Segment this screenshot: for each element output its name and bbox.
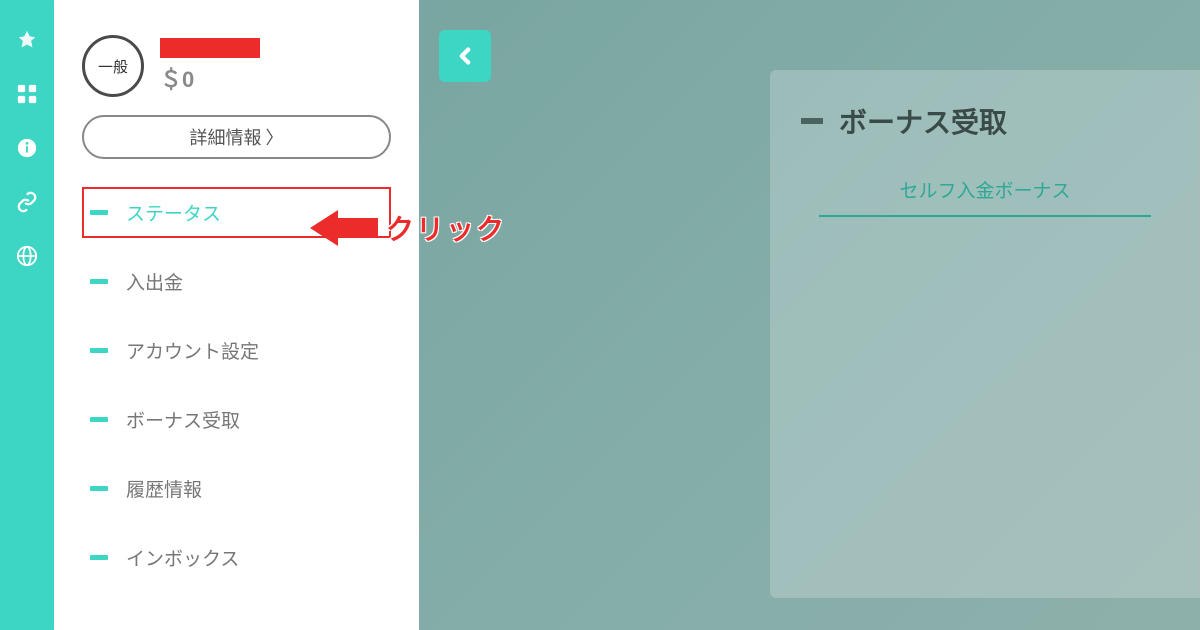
grid-icon[interactable]: [15, 82, 39, 106]
icon-rail: [0, 0, 54, 630]
menu-label: アカウント設定: [126, 337, 259, 364]
sidebar-panel: 一般 ＄0 詳細情報 〉 ステータス 入出金 アカウント設定 ボーナス受取 履歴…: [54, 0, 419, 630]
menu-dash-icon: [90, 555, 108, 560]
user-header: 一般 ＄0: [82, 35, 391, 97]
menu-item-inbox[interactable]: インボックス: [82, 532, 391, 583]
back-button[interactable]: [439, 30, 491, 82]
balance-amount: ＄0: [160, 62, 260, 94]
info-icon[interactable]: [15, 136, 39, 160]
menu-label: 履歴情報: [126, 475, 202, 502]
menu-item-history[interactable]: 履歴情報: [82, 463, 391, 514]
menu-label: ボーナス受取: [126, 406, 240, 433]
menu-label: ステータス: [126, 199, 221, 226]
globe-icon[interactable]: [15, 244, 39, 268]
menu-item-bonus[interactable]: ボーナス受取: [82, 394, 391, 445]
menu-dash-icon: [90, 279, 108, 284]
details-button-label: 詳細情報: [190, 124, 262, 150]
username-redacted: [160, 38, 260, 58]
bonus-card: ボーナス受取 セルフ入金ボーナス: [770, 70, 1200, 598]
arrow-left-icon: [310, 210, 378, 246]
medal-icon[interactable]: [15, 28, 39, 52]
chevron-right-icon: 〉: [266, 124, 284, 150]
menu-dash-icon: [90, 210, 108, 215]
click-annotation: クリック: [310, 208, 506, 248]
user-rank-badge: 一般: [82, 35, 144, 97]
menu-label: 入出金: [126, 268, 183, 295]
menu-dash-icon: [90, 486, 108, 491]
annotation-text: クリック: [386, 208, 506, 248]
card-dash-icon: [801, 118, 823, 124]
link-icon[interactable]: [15, 190, 39, 214]
card-header: ボーナス受取: [801, 101, 1169, 141]
main-content: ボーナス受取 セルフ入金ボーナス: [419, 0, 1200, 630]
chevron-left-icon: [452, 43, 478, 69]
menu-item-deposit[interactable]: 入出金: [82, 256, 391, 307]
user-info: ＄0: [160, 38, 260, 94]
menu-label: インボックス: [126, 544, 239, 571]
details-button[interactable]: 詳細情報 〉: [82, 115, 391, 159]
menu-dash-icon: [90, 417, 108, 422]
menu-item-account-settings[interactable]: アカウント設定: [82, 325, 391, 376]
menu-dash-icon: [90, 348, 108, 353]
card-title: ボーナス受取: [839, 101, 1007, 141]
card-tab-self-deposit-bonus[interactable]: セルフ入金ボーナス: [819, 176, 1150, 217]
